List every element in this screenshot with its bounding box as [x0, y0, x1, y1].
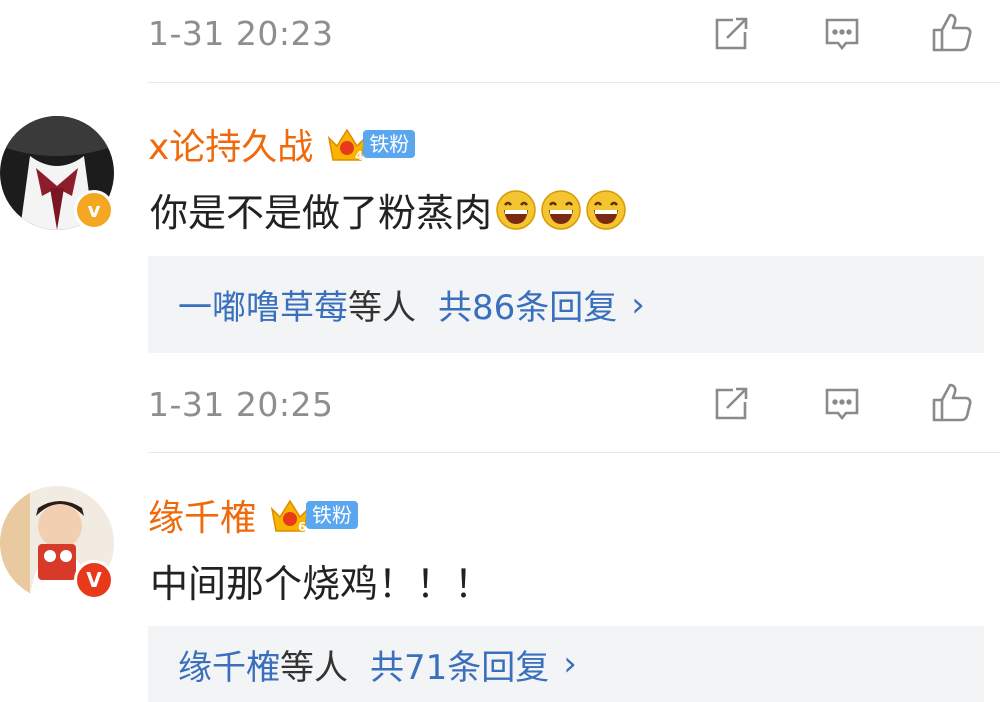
- share-icon: [715, 17, 748, 50]
- verified-v-icon: v: [87, 198, 101, 222]
- share-button[interactable]: [705, 378, 757, 430]
- comment-header: x论持久战 4 铁粉: [148, 118, 416, 170]
- comment-timestamp: 1-31 20:23: [148, 14, 334, 53]
- like-icon: [932, 383, 972, 422]
- laughing-emoji-icon: [541, 189, 581, 230]
- verified-badge: v: [74, 190, 114, 230]
- reply-names[interactable]: 缘千榷: [178, 640, 280, 689]
- like-icon: [932, 13, 972, 52]
- like-button[interactable]: [926, 376, 978, 428]
- divider: [148, 82, 1000, 83]
- share-button[interactable]: [705, 8, 757, 60]
- fan-badge: 6 铁粉: [268, 495, 359, 535]
- verified-v-icon: V: [86, 568, 102, 592]
- reply-count[interactable]: 共86条回复: [438, 280, 617, 329]
- comment-text: 中间那个烧鸡！！！: [150, 562, 493, 606]
- comment-button[interactable]: [816, 378, 868, 430]
- laughing-emoji-icon: [586, 189, 626, 230]
- comment-text-row: 中间那个烧鸡！！！: [150, 553, 492, 608]
- chevron-right-icon: ›: [631, 284, 645, 325]
- comment-icon: [825, 388, 859, 421]
- comment-timestamp: 1-31 20:25: [148, 385, 334, 424]
- comment-header: 缘千榷 6 铁粉: [148, 489, 359, 541]
- comment-button[interactable]: [816, 8, 868, 60]
- reply-names[interactable]: 一嘟噜草莓: [178, 280, 348, 329]
- chevron-right-icon: ›: [563, 644, 577, 684]
- fan-label: 铁粉: [306, 501, 359, 529]
- comment-text-row: 你是不是做了粉蒸肉: [150, 182, 627, 237]
- laughing-emoji-icon: [496, 189, 536, 230]
- comment-text: 你是不是做了粉蒸肉: [150, 191, 493, 235]
- comment-icon: [825, 18, 859, 51]
- reply-names-suffix: 等人: [280, 647, 348, 688]
- divider: [148, 452, 1000, 453]
- fan-label: 铁粉: [363, 130, 416, 158]
- verified-badge: V: [74, 560, 114, 600]
- fan-badge: 4 铁粉: [325, 124, 416, 164]
- username[interactable]: 缘千榷: [148, 489, 256, 541]
- reply-names-suffix: 等人: [348, 288, 416, 328]
- username[interactable]: x论持久战: [148, 118, 313, 170]
- replies-preview[interactable]: 一嘟噜草莓 等人 共86条回复 ›: [148, 256, 984, 353]
- like-button[interactable]: [926, 6, 978, 58]
- replies-preview[interactable]: 缘千榷 等人 共71条回复 ›: [148, 626, 984, 702]
- share-icon: [715, 387, 748, 420]
- reply-count[interactable]: 共71条回复: [370, 640, 549, 689]
